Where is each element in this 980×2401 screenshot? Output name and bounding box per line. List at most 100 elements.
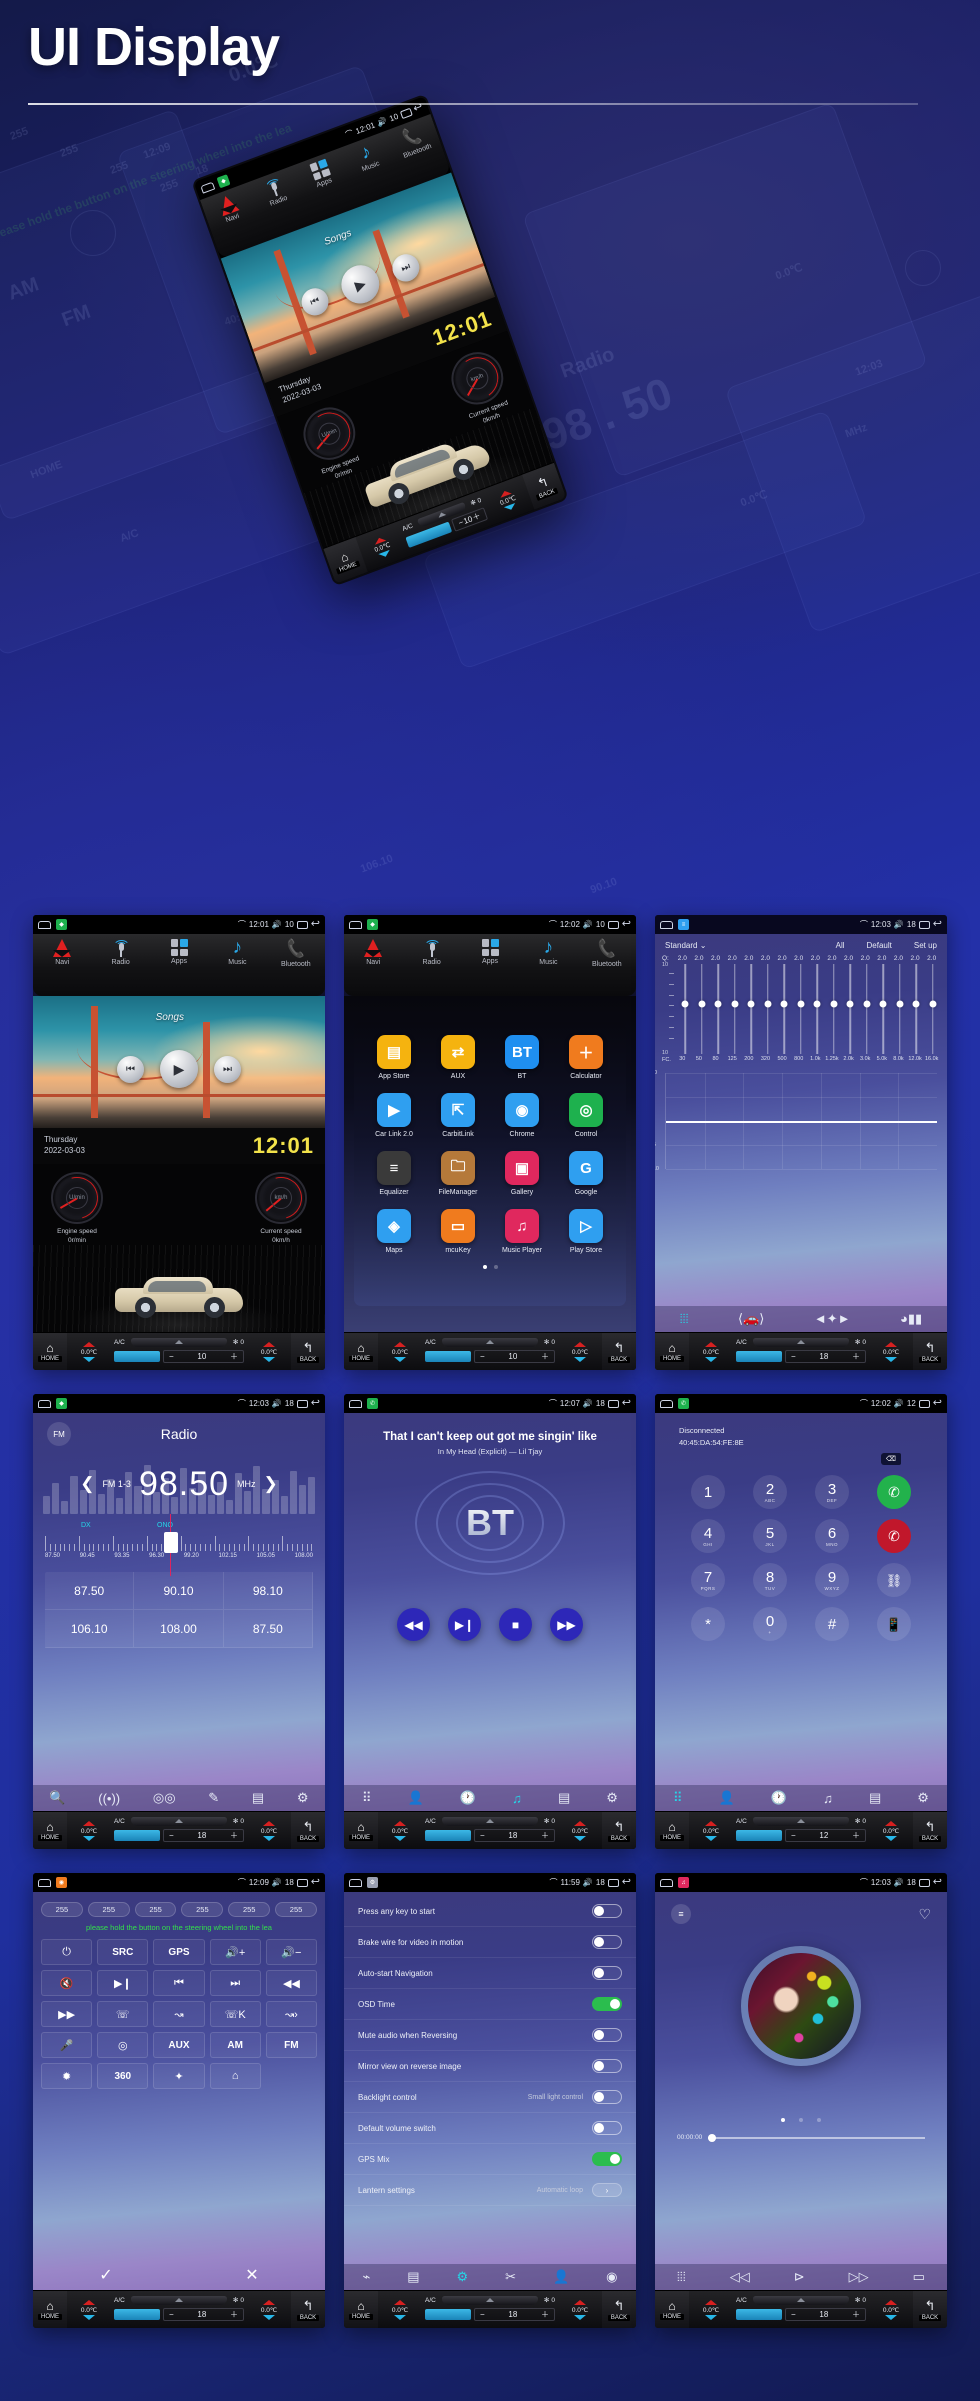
temp-up-icon-right[interactable] [574, 2299, 586, 2305]
swc-value-chip[interactable]: 255 [228, 1902, 271, 1917]
volume-icon[interactable]: ◕▮▮ [900, 1311, 922, 1327]
recents-icon[interactable] [296, 1399, 308, 1408]
cancel-button[interactable]: ✕ [179, 2260, 325, 2290]
app-badge-icon[interactable]: ◆ [216, 174, 231, 189]
back-button[interactable]: ↰ BACK [291, 2291, 325, 2328]
temp-up-icon-right[interactable] [885, 2299, 897, 2305]
minus-icon[interactable]: − [480, 2310, 485, 2319]
volume-stepper[interactable]: − 18 ＋ [474, 2308, 555, 2321]
home-button[interactable]: ⌂ HOME [33, 1333, 67, 1370]
temp-up-icon-right[interactable] [263, 1341, 275, 1347]
temp-left-control[interactable]: 0.0℃ [67, 2291, 111, 2328]
app-item[interactable]: 🗀 FileManager [426, 1151, 490, 1196]
dial-key-5[interactable]: 5 JKL [753, 1519, 787, 1553]
scan-icon[interactable]: ((•)) [98, 1791, 120, 1806]
back-button[interactable]: ↰ BACK [602, 1333, 636, 1370]
dialpad-icon[interactable]: ⠿ [362, 1790, 372, 1806]
dial-key-#[interactable]: # [815, 1607, 849, 1641]
setting-row[interactable]: Press any key to start [344, 1896, 636, 1927]
swc-value-chip[interactable]: 255 [41, 1902, 83, 1917]
favorite-icon[interactable]: ♡ [918, 1906, 931, 1923]
setting-row[interactable]: Mute audio when Reversing [344, 2020, 636, 2051]
swc-button[interactable]: FM [265, 2032, 317, 2058]
factory-icon[interactable]: ◉ [606, 2269, 617, 2285]
ac-toggle[interactable] [736, 2309, 782, 2320]
preset-button[interactable]: 108.00 [134, 1610, 224, 1648]
app-badge-icon[interactable]: ⚙ [367, 1877, 378, 1888]
app-item[interactable]: ◎ Control [554, 1093, 618, 1138]
eq-slider[interactable] [909, 964, 924, 1054]
plus-icon[interactable]: ＋ [230, 1830, 238, 1841]
nav-item-navi[interactable]: Navi [344, 934, 402, 966]
setting-toggle[interactable] [592, 1904, 622, 1918]
back-button[interactable]: ↰ BACK [913, 2291, 947, 2328]
ac-toggle[interactable] [114, 1351, 160, 1362]
play-pause-button[interactable]: ▶❙ [448, 1608, 481, 1641]
recents-icon[interactable] [296, 1878, 308, 1887]
app-badge-icon[interactable]: ◉ [56, 1877, 67, 1888]
app-badge-icon[interactable]: ◆ [56, 1398, 67, 1409]
app-badge-icon[interactable]: ♫ [678, 1877, 689, 1888]
setting-row[interactable]: GPS Mix [344, 2144, 636, 2175]
ac-toggle[interactable] [425, 1830, 471, 1841]
temp-down-icon[interactable] [705, 2314, 717, 2320]
history-icon[interactable]: 🕐 [460, 1790, 476, 1806]
music-icon[interactable]: ♫ [823, 1791, 833, 1806]
edit-icon[interactable]: ✎ [208, 1790, 219, 1806]
backspace-icon[interactable]: ⌫ [881, 1453, 901, 1465]
temp-up-icon-right[interactable] [263, 1820, 275, 1826]
prev-button[interactable]: ⏮ [117, 1055, 144, 1083]
dial-key-3[interactable]: 3 DEF [815, 1475, 849, 1509]
setting-toggle[interactable] [592, 2090, 622, 2104]
volume-stepper[interactable]: − 18 ＋ [785, 1350, 866, 1363]
dial-key-9[interactable]: 9 WXYZ [815, 1563, 849, 1597]
volume-stepper[interactable]: − 18 ＋ [785, 2308, 866, 2321]
swc-value-chip[interactable]: 255 [87, 1902, 130, 1917]
home-trapezoid-icon[interactable] [38, 1399, 51, 1408]
wifi-icon[interactable]: ⌁ [362, 2269, 370, 2285]
balance-icon[interactable]: ◄✦► [814, 1311, 851, 1327]
stereo-icon[interactable]: ◎◎ [153, 1790, 176, 1806]
setting-row[interactable]: Backlight control Small light control [344, 2082, 636, 2113]
app-item[interactable]: ▤ App Store [362, 1035, 426, 1080]
back-button[interactable]: ↰ BACK [291, 1333, 325, 1370]
temp-down-icon-right[interactable] [263, 1835, 275, 1841]
dial-key-0[interactable]: 0 + [753, 1607, 787, 1641]
recents-icon[interactable] [918, 1878, 930, 1887]
back-icon[interactable]: ↩ [311, 1398, 320, 1409]
tuning-needle[interactable] [163, 1514, 178, 1576]
eq-slider[interactable] [678, 964, 693, 1054]
swc-button[interactable]: ⏭ [209, 1970, 261, 1996]
minus-icon[interactable]: − [791, 1831, 796, 1840]
home-trapezoid-icon[interactable] [349, 1399, 362, 1408]
vent-icon[interactable] [441, 1337, 538, 1347]
nav-item-apps[interactable]: Apps [150, 934, 208, 965]
seek-bar[interactable]: 00:00:00 [655, 2122, 947, 2142]
swc-button[interactable]: 🔇 [41, 1970, 93, 1996]
swc-button[interactable]: ⏮ [153, 1970, 205, 1996]
swc-value-chip[interactable]: 255 [134, 1902, 177, 1917]
nav-item-radio[interactable]: Radio [91, 934, 149, 966]
temp-right-control[interactable]: 0.0℃ [247, 1333, 291, 1370]
setting-toggle[interactable] [592, 1997, 622, 2011]
app-item[interactable]: ▭ mcuKey [426, 1209, 490, 1254]
home-button[interactable]: ⌂ HOME [344, 1333, 378, 1370]
recents-icon[interactable] [607, 1878, 619, 1887]
app-item[interactable]: ◉ Chrome [490, 1093, 554, 1138]
eq-slider[interactable] [893, 964, 908, 1054]
home-trapezoid-icon[interactable] [660, 920, 673, 929]
swc-button[interactable]: AUX [153, 2032, 205, 2058]
home-trapezoid-icon[interactable] [660, 1399, 673, 1408]
plus-icon[interactable]: ＋ [541, 1351, 549, 1362]
temp-up-icon[interactable] [83, 1341, 95, 1347]
app-badge-icon[interactable]: ◆ [56, 919, 67, 930]
temp-down-icon-right[interactable] [263, 1356, 275, 1362]
app-item[interactable]: BT BT [490, 1035, 554, 1080]
app-badge-icon[interactable]: ✆ [678, 1398, 689, 1409]
preset-button[interactable]: 90.10 [134, 1572, 224, 1610]
recents-icon[interactable] [399, 107, 413, 119]
prev-button[interactable]: ◀◀ [397, 1608, 430, 1641]
dial-key-6[interactable]: 6 MNO [815, 1519, 849, 1553]
tools-icon[interactable]: ✂ [505, 2269, 516, 2285]
temp-up-icon-right[interactable] [574, 1820, 586, 1826]
